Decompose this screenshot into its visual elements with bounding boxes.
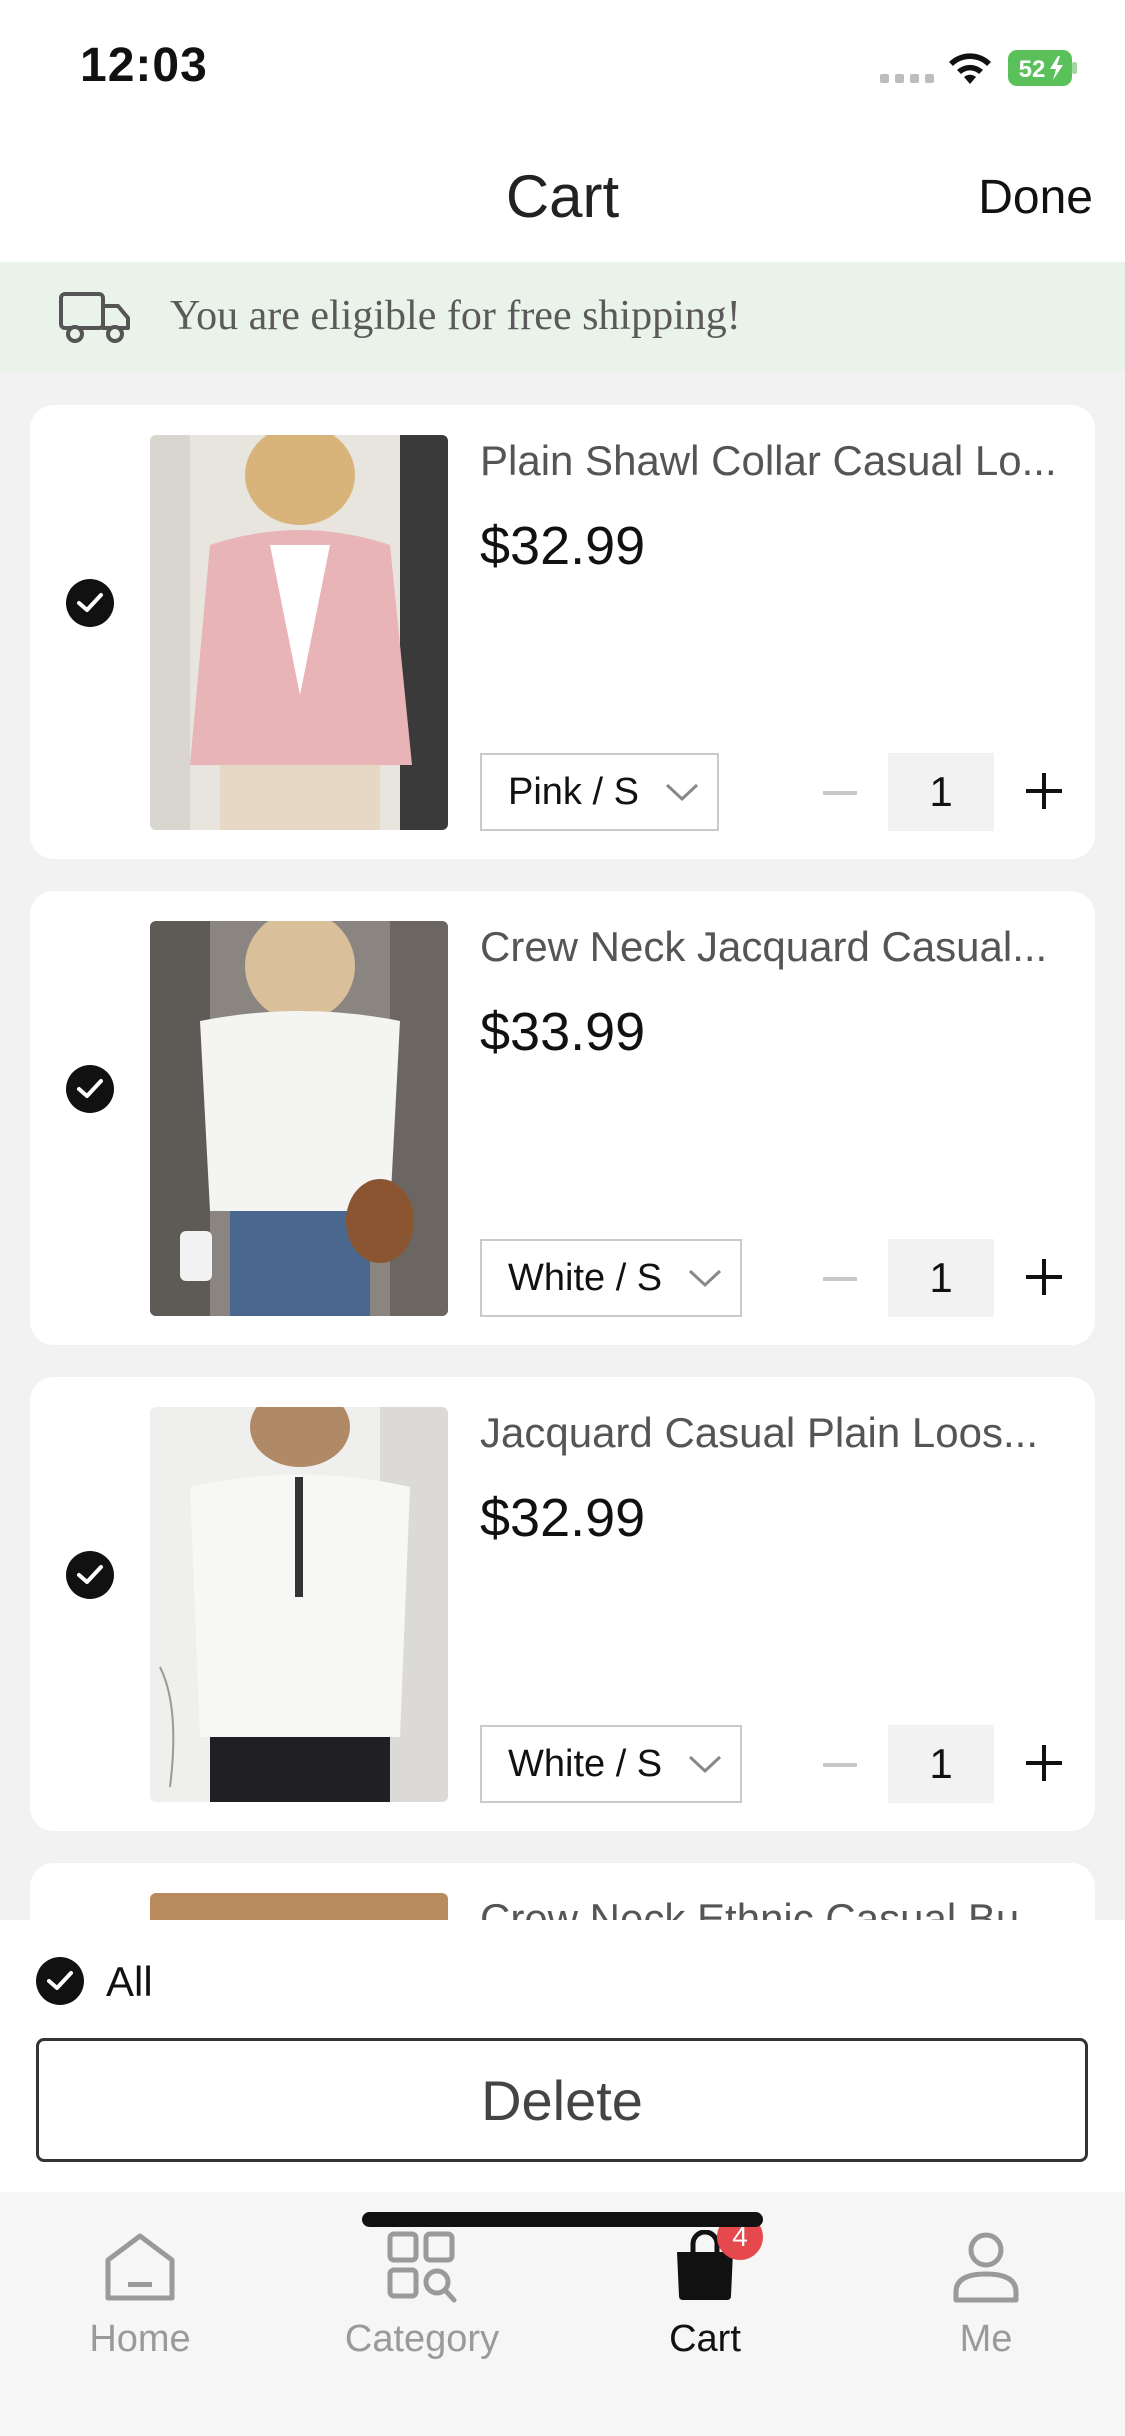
product-image[interactable] [150, 435, 448, 830]
cart-tab-icon: 4 [665, 2214, 763, 2304]
cart-item: Crew Neck Jacquard Casual... $33.99 Whit… [30, 891, 1095, 1345]
product-name[interactable]: Crew Neck Ethnic Casual Bu... [480, 1895, 1070, 1920]
variant-label: White / S [508, 1256, 663, 1299]
product-name[interactable]: Plain Shawl Collar Casual Lo... [480, 437, 1070, 485]
increase-quantity-button[interactable] [1014, 1733, 1074, 1793]
wifi-icon [949, 53, 991, 84]
minus-icon [823, 1277, 857, 1281]
variant-selector[interactable]: White / S [480, 1239, 743, 1317]
plus-icon [1026, 1745, 1062, 1781]
delete-button[interactable]: Delete [36, 2038, 1088, 2162]
variant-selector[interactable]: White / S [480, 1725, 743, 1803]
chevron-down-icon [689, 1269, 722, 1288]
tab-me[interactable]: Me [866, 2230, 1106, 2370]
product-image[interactable] [150, 921, 448, 1316]
done-button[interactable]: Done [978, 170, 1093, 225]
increase-quantity-button[interactable] [1014, 1247, 1074, 1307]
quantity-value[interactable]: 1 [888, 753, 994, 831]
navigation-bar: Cart Done [0, 140, 1125, 262]
cart-actions-bar: All Delete [0, 1920, 1125, 2192]
product-name[interactable]: Jacquard Casual Plain Loos... [480, 1409, 1070, 1457]
free-shipping-banner: You are eligible for free shipping! [0, 262, 1125, 372]
status-bar: 12:03 52 [0, 0, 1125, 140]
tab-label: Home [89, 2318, 191, 2360]
item-select-checkbox[interactable] [66, 1065, 114, 1113]
increase-quantity-button[interactable] [1014, 761, 1074, 821]
minus-icon [823, 1763, 857, 1767]
quantity-value[interactable]: 1 [888, 1725, 994, 1803]
home-icon [105, 2233, 175, 2301]
cart-item: Jacquard Casual Plain Loos... $32.99 Whi… [30, 1377, 1095, 1831]
truck-icon [59, 292, 130, 343]
battery-level: 52 [1019, 56, 1046, 83]
select-all-checkbox[interactable] [36, 1957, 84, 2005]
cart-item: Plain Shawl Collar Casual Lo... $32.99 P… [30, 405, 1095, 859]
battery-icon: 52 [1008, 50, 1077, 86]
decrease-quantity-button[interactable] [810, 1737, 870, 1793]
tab-cart[interactable]: 4 Cart [585, 2214, 825, 2370]
signal-icon [880, 74, 934, 83]
quantity-value[interactable]: 1 [888, 1239, 994, 1317]
profile-icon [953, 2232, 1019, 2303]
page-title: Cart [505, 163, 620, 230]
product-name[interactable]: Crew Neck Jacquard Casual... [480, 923, 1070, 971]
cart-screen: 12:03 52 Cart Done You are eligible for … [0, 0, 1125, 2436]
tab-label: Category [344, 2318, 500, 2360]
decrease-quantity-button[interactable] [810, 765, 870, 821]
select-all-label[interactable]: All [106, 1958, 153, 2006]
product-price: $33.99 [480, 1002, 646, 1062]
tab-label: Cart [669, 2318, 741, 2360]
free-shipping-text: You are eligible for free shipping! [170, 293, 741, 339]
plus-icon [1026, 773, 1062, 809]
variant-selector[interactable]: Pink / S [480, 753, 719, 831]
product-image[interactable] [150, 1893, 448, 1920]
tab-bar: Home Category 4 Cart Me [0, 2192, 1125, 2436]
decrease-quantity-button[interactable] [810, 1251, 870, 1307]
item-select-checkbox[interactable] [66, 1551, 114, 1599]
status-time: 12:03 [80, 39, 208, 92]
category-icon [387, 2231, 457, 2303]
tab-home[interactable]: Home [20, 2230, 260, 2370]
cart-item-list[interactable]: Plain Shawl Collar Casual Lo... $32.99 P… [30, 405, 1095, 1920]
home-indicator [362, 2212, 763, 2227]
chevron-down-icon [665, 783, 698, 802]
chevron-down-icon [689, 1755, 722, 1774]
variant-label: Pink / S [508, 770, 639, 813]
product-price: $32.99 [480, 1488, 646, 1548]
variant-label: White / S [508, 1742, 663, 1785]
tab-label: Me [959, 2318, 1013, 2360]
cart-item: Crew Neck Ethnic Casual Bu... [30, 1863, 1095, 1920]
minus-icon [823, 791, 857, 795]
item-select-checkbox[interactable] [66, 579, 114, 627]
tab-category[interactable]: Category [302, 2230, 542, 2370]
product-price: $32.99 [480, 516, 646, 576]
product-image[interactable] [150, 1407, 448, 1802]
plus-icon [1026, 1259, 1062, 1295]
